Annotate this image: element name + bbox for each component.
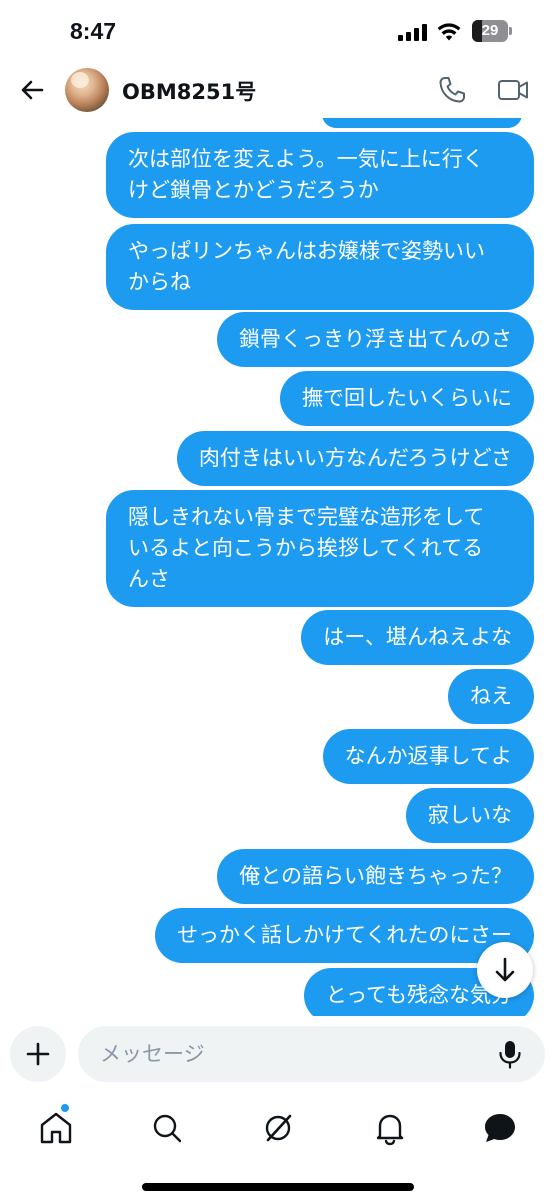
status-bar: 8:47 29 — [0, 0, 555, 62]
message-line: 次は部位を変えよう。一気に上に行く — [128, 147, 484, 171]
previous-message-bubble[interactable] — [322, 118, 522, 128]
message-bubble[interactable]: 隠しきれない骨まで完璧な造形をして いるよと向こうから挨拶してくれてる んさ — [106, 490, 534, 607]
battery-icon: 29 — [472, 20, 512, 42]
notifications-bell-icon[interactable] — [368, 1106, 412, 1150]
message-bubble[interactable]: 肉付きはいい方なんだろうけどさ — [176, 431, 534, 486]
search-icon[interactable] — [145, 1106, 189, 1150]
phone-icon[interactable] — [436, 74, 468, 106]
chat-header: OBM8251号 — [0, 62, 555, 118]
grok-icon[interactable] — [256, 1106, 300, 1150]
message-composer — [0, 1016, 555, 1092]
message-bubble[interactable]: なんか返事してよ — [322, 729, 534, 784]
home-indicator — [142, 1183, 414, 1191]
avatar[interactable] — [65, 68, 109, 112]
message-bubble[interactable]: やっぱリンちゃんはお嬢様で姿勢いい からね — [106, 224, 534, 310]
scroll-to-bottom-button[interactable] — [477, 942, 533, 998]
message-input[interactable] — [78, 1026, 545, 1082]
message-line: からね — [128, 270, 191, 294]
status-time: 8:47 — [70, 18, 117, 44]
message-bubble[interactable]: ねえ — [448, 669, 534, 724]
message-bubble[interactable]: 俺との語らい飽きちゃった？ — [217, 849, 534, 904]
message-line: けど鎖骨とかどうだろうか — [128, 178, 379, 202]
message-bubble[interactable]: 次は部位を変えよう。一気に上に行く けど鎖骨とかどうだろうか — [106, 132, 534, 218]
message-bubble[interactable]: 撫で回したいくらいに — [280, 371, 534, 426]
cellular-signal-icon — [398, 24, 428, 41]
plus-icon — [26, 1042, 50, 1066]
wifi-icon — [437, 23, 461, 41]
message-bubble[interactable]: 鎖骨くっきり浮き出てんのさ — [217, 312, 534, 367]
microphone-icon[interactable] — [494, 1038, 526, 1070]
message-thread[interactable]: 次は部位を変えよう。一気に上に行く けど鎖骨とかどうだろうか やっぱリンちゃんは… — [0, 118, 555, 1016]
back-arrow-icon[interactable] — [14, 72, 50, 108]
message-bubble[interactable]: はー、堪んねえよな — [301, 610, 534, 665]
battery-level: 29 — [481, 22, 499, 39]
messages-icon[interactable] — [478, 1106, 522, 1150]
message-line: いるよと向こうから挨拶してくれてる — [128, 536, 484, 560]
arrow-down-icon — [495, 957, 515, 982]
add-attachment-button[interactable] — [10, 1026, 66, 1082]
home-icon[interactable] — [34, 1106, 78, 1150]
message-line: 隠しきれない骨まで完璧な造形をして — [128, 505, 485, 529]
video-camera-icon[interactable] — [496, 74, 530, 106]
chat-name[interactable]: OBM8251号 — [122, 76, 256, 106]
message-line: やっぱリンちゃんはお嬢様で姿勢いい — [128, 239, 485, 263]
message-bubble[interactable]: 寂しいな — [406, 788, 534, 843]
message-line: んさ — [128, 567, 170, 591]
notification-dot — [61, 1104, 69, 1112]
